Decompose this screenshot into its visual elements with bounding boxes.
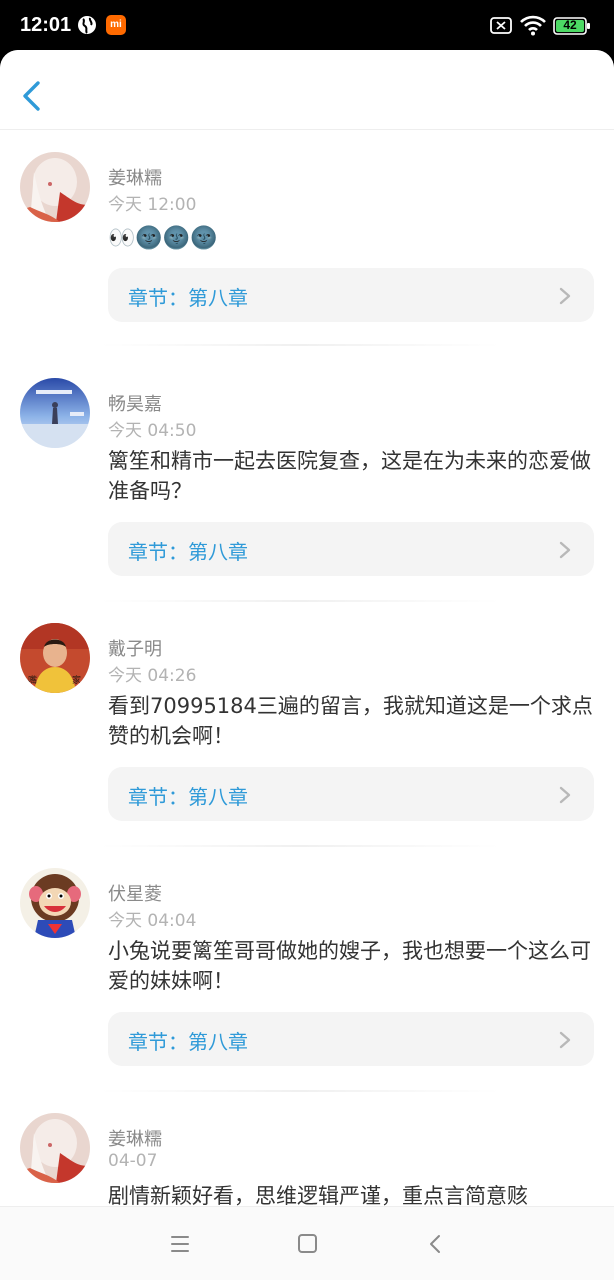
- chapter-link[interactable]: 章节：第八章: [108, 522, 594, 576]
- battery-level: 42: [563, 18, 577, 32]
- chevron-right-icon: [559, 541, 571, 559]
- comment-time: 今天 04:50: [108, 421, 197, 441]
- comment-author: 姜琳糯: [108, 168, 162, 189]
- avatar[interactable]: 嘴 家: [20, 623, 90, 693]
- divider: [100, 845, 500, 847]
- status-time: 12:01: [20, 14, 72, 36]
- app-window: 姜琳糯 今天 12:00 👀🌚🌚🌚 章节：第八章 畅昊嘉 今天 04:50 篱笙…: [0, 50, 614, 1280]
- comment-time: 04-07: [108, 1151, 158, 1171]
- comment-item: 畅昊嘉 今天 04:50 篱笙和精市一起去医院复查，这是在为未来的恋爱做准备吗？…: [0, 372, 614, 617]
- menu-icon[interactable]: [168, 1233, 192, 1255]
- comment-text: 篱笙和精市一起去医院复查，这是在为未来的恋爱做准备吗？: [108, 449, 591, 503]
- comment-author: 戴子明: [108, 639, 162, 660]
- avatar[interactable]: [20, 1113, 90, 1183]
- avatar[interactable]: [20, 378, 90, 448]
- chapter-label: 章节：第八章: [128, 540, 248, 564]
- comment-item: 嘴 家 戴子明 今天 04:26 看到70995184三遍的留言，我就知道这是一…: [0, 617, 614, 862]
- chevron-right-icon: [559, 287, 571, 305]
- top-bar: [0, 50, 614, 130]
- comment-item: 伏星菱 今天 04:04 小兔说要篱笙哥哥做她的嫂子，我也想要一个这么可爱的妹妹…: [0, 862, 614, 1107]
- chevron-right-icon: [559, 1031, 571, 1049]
- comment-time: 今天 04:26: [108, 666, 197, 686]
- no-sim-icon: [490, 17, 512, 34]
- svg-text:家: 家: [72, 674, 81, 686]
- chapter-link[interactable]: 章节：第八章: [108, 1012, 594, 1066]
- wifi-icon: [520, 15, 546, 36]
- comment-text: 小兔说要篱笙哥哥做她的嫂子，我也想要一个这么可爱的妹妹啊！: [108, 939, 591, 993]
- comment-time: 今天 12:00: [108, 195, 197, 215]
- back-chevron-icon[interactable]: [16, 78, 50, 114]
- globe-icon: [78, 16, 96, 34]
- comment-author: 伏星菱: [108, 884, 162, 905]
- system-nav-bar: [0, 1206, 614, 1280]
- battery-icon: 42: [553, 17, 591, 35]
- comment-list: 姜琳糯 今天 12:00 👀🌚🌚🌚 章节：第八章 畅昊嘉 今天 04:50 篱笙…: [0, 132, 614, 1227]
- chapter-link[interactable]: 章节：第八章: [108, 268, 594, 322]
- avatar[interactable]: [20, 868, 90, 938]
- chapter-label: 章节：第八章: [128, 286, 248, 310]
- status-bar: 12:01 mi 42: [0, 0, 614, 52]
- chapter-label: 章节：第八章: [128, 1030, 248, 1054]
- divider: [100, 1090, 500, 1092]
- chevron-right-icon: [559, 786, 571, 804]
- comment-author: 姜琳糯: [108, 1129, 162, 1150]
- comment-text: 👀🌚🌚🌚: [108, 226, 218, 251]
- chapter-link[interactable]: 章节：第八章: [108, 767, 594, 821]
- divider: [100, 600, 500, 602]
- comment-item: 姜琳糯 今天 12:00 👀🌚🌚🌚 章节：第八章: [0, 132, 614, 372]
- comment-time: 今天 04:04: [108, 911, 197, 931]
- svg-text:嘴: 嘴: [28, 675, 37, 686]
- back-triangle-icon[interactable]: [424, 1233, 448, 1255]
- avatar[interactable]: [20, 152, 90, 222]
- comment-author: 畅昊嘉: [108, 394, 162, 415]
- comment-text: 看到70995184三遍的留言，我就知道这是一个求点赞的机会啊！: [108, 694, 593, 748]
- chapter-label: 章节：第八章: [128, 785, 248, 809]
- home-square-icon[interactable]: [295, 1233, 319, 1255]
- mi-app-icon: mi: [106, 15, 126, 35]
- divider: [100, 344, 500, 346]
